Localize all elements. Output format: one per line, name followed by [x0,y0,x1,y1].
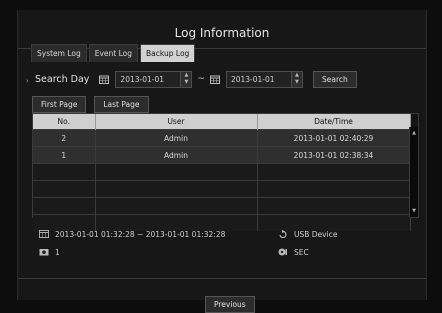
start-date-spinner[interactable]: ▲ ▼ [180,71,192,87]
usb-device-icon [279,230,287,238]
disc-icon [278,248,287,256]
cell-datetime: 2013-01-01 02:38:34 [257,146,411,164]
empty-table-row [33,197,411,215]
previous-button[interactable]: Previous [205,296,255,313]
spin-up-icon[interactable]: ▲ [181,71,192,79]
table-header-row: No. User Date/Time [33,114,411,130]
start-date-field[interactable]: 2013-01-01 ▲ ▼ [115,70,193,88]
backup-detail-right: USB Device SEC [278,225,337,261]
backup-log-table: No. User Date/Time 2 Admin 2013-01-01 02… [32,113,419,231]
date-separator: ~ [197,74,205,84]
calendar-icon[interactable] [209,75,220,84]
column-header-datetime[interactable]: Date/Time [257,114,411,130]
calendar-icon [39,230,49,238]
table-scrollbar[interactable]: ▲ ▼ [409,127,418,217]
backup-channel: 1 [55,247,60,257]
scroll-up-icon[interactable]: ▲ [410,129,418,137]
tab-backup-log[interactable]: Backup Log [140,44,196,62]
backup-device: USB Device [294,229,338,239]
search-row: › Search Day 2013-01-01 ▲ ▼ ~ 2013-01-01 [26,69,357,89]
tab-system-log[interactable]: System Log [31,44,87,62]
tab-event-log[interactable]: Event Log [88,44,139,62]
cell-user: Admin [95,146,258,164]
cell-no: 2 [33,129,96,147]
calendar-icon[interactable] [99,75,110,84]
last-page-button[interactable]: Last Page [94,96,149,113]
cell-user: Admin [95,129,258,147]
table-row[interactable]: 1 Admin 2013-01-01 02:38:34 [33,146,411,164]
spin-up-icon[interactable]: ▲ [291,71,302,79]
column-header-no[interactable]: No. [33,114,96,130]
end-date-field[interactable]: 2013-01-01 ▲ ▼ [225,70,303,88]
empty-table-row [33,180,411,198]
cell-no: 1 [33,146,96,164]
backup-detail-left: 2013-01-01 01:32:28 ~ 2013-01-01 01:32:2… [39,225,225,261]
end-date-spinner[interactable]: ▲ ▼ [290,71,302,87]
first-page-button[interactable]: First Page [32,96,87,113]
end-date-value[interactable]: 2013-01-01 [227,72,291,87]
log-information-dialog: Log Information System Log Event Log Bac… [17,10,427,313]
start-date-value[interactable]: 2013-01-01 [116,72,180,87]
cell-datetime: 2013-01-01 02:40:29 [257,129,411,147]
backup-format: SEC [294,247,309,257]
spin-down-icon[interactable]: ▼ [291,79,302,87]
scroll-down-icon[interactable]: ▼ [410,207,418,215]
table-row[interactable]: 2 Admin 2013-01-01 02:40:29 [33,129,411,147]
backup-time-range: 2013-01-01 01:32:28 ~ 2013-01-01 01:32:2… [55,229,226,239]
camera-icon [39,249,49,256]
spin-down-icon[interactable]: ▼ [181,79,192,87]
paging-buttons: First Page Last Page [32,96,149,113]
log-tabs: System Log Event Log Backup Log [31,44,196,62]
search-day-label: Search Day [35,73,90,85]
dialog-title: Log Information [174,26,270,40]
column-header-user[interactable]: User [95,114,258,130]
bullet-icon: › [26,77,29,85]
empty-table-row [33,163,411,181]
bottom-divider [18,278,426,279]
search-button[interactable]: Search [312,70,357,88]
